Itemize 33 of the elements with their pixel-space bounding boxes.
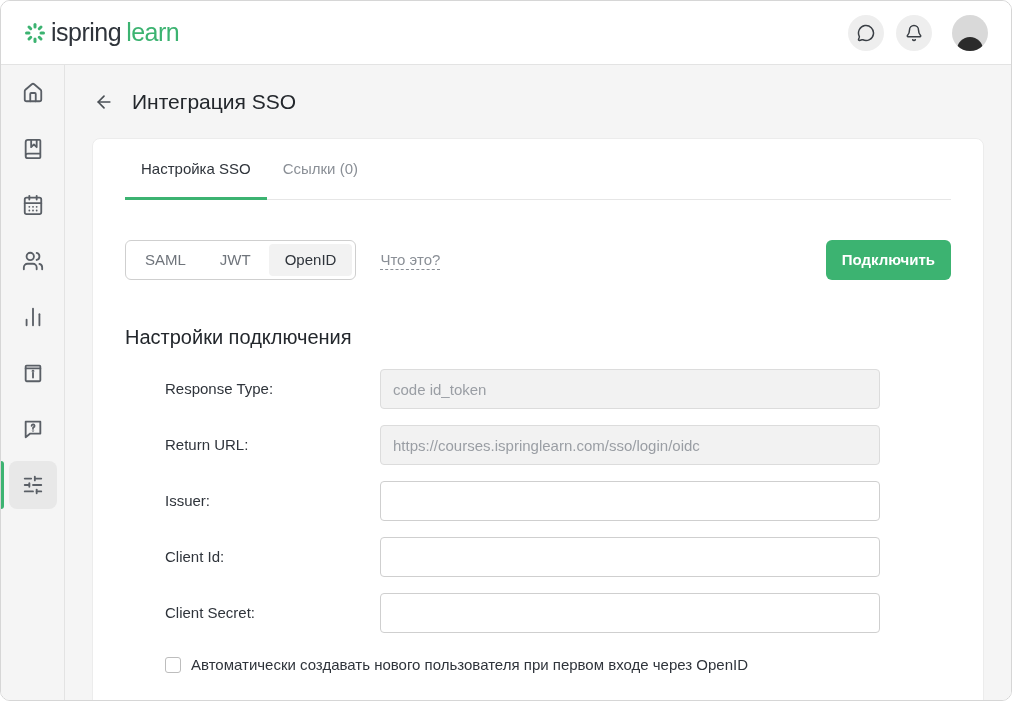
tab[interactable]: Настройка SSO (125, 139, 267, 200)
avatar[interactable] (952, 14, 988, 51)
notifications-button[interactable] (896, 14, 932, 51)
section-title: Настройки подключения (125, 325, 353, 350)
connect-button[interactable]: Подключить (825, 240, 951, 280)
field-label: Client Id: (165, 546, 226, 567)
input-field[interactable] (380, 481, 880, 521)
help-link[interactable]: Что это? (380, 250, 441, 270)
tab[interactable]: Ссылки (0) (266, 139, 374, 200)
field-label: Return URL: (165, 434, 250, 455)
checkbox-label: Автоматически создавать нового пользователя при первом входе через OpenID (191, 655, 749, 675)
input-field[interactable] (380, 593, 880, 633)
logo-brand: ispring (51, 16, 122, 48)
protocol-option[interactable]: JWT (203, 244, 267, 276)
bell-icon (905, 23, 923, 42)
calendar-icon (21, 194, 44, 216)
input-field[interactable] (380, 537, 880, 577)
sidebar-item[interactable] (8, 461, 57, 509)
protocol-option[interactable]: SAML (129, 244, 202, 276)
logo-icon (24, 21, 46, 44)
field-label: Response Type: (165, 378, 275, 399)
field-label: Client Secret: (165, 602, 257, 623)
protocol-option[interactable]: OpenID (268, 244, 353, 276)
field-label: Issuer: (165, 490, 211, 511)
logo-product: learn (126, 16, 180, 48)
home-icon (21, 82, 44, 104)
users-icon (21, 250, 44, 272)
settings-icon (21, 474, 44, 496)
checkbox[interactable] (165, 657, 181, 674)
chat-button[interactable] (848, 14, 884, 51)
page-title: Интеграция SSO (132, 88, 297, 115)
active-indicator (1, 461, 4, 509)
chat-icon (857, 23, 875, 42)
